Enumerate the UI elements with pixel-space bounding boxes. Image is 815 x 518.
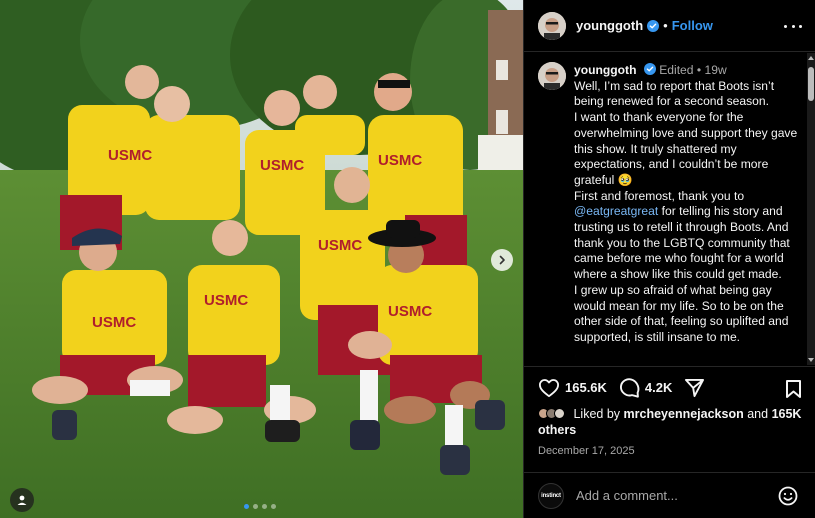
follow-button[interactable]: Follow — [672, 18, 713, 33]
avatar-image — [538, 11, 566, 40]
caption-line: First and foremost, thank you to — [574, 188, 745, 203]
tagged-users-button[interactable] — [10, 488, 34, 512]
comment-composer: instinct — [524, 472, 815, 518]
caption-line: I grew up so afraid of what being gay wo… — [574, 282, 789, 344]
heart-icon — [539, 378, 559, 397]
scroll-down-arrow[interactable] — [808, 358, 814, 362]
save-button[interactable] — [785, 379, 802, 404]
post-age: 19w — [704, 63, 727, 77]
more-options-button[interactable] — [784, 18, 802, 34]
separator-dot: • — [663, 18, 668, 33]
liked-by-prefix: Liked by — [573, 407, 621, 421]
svg-text:USMC: USMC — [108, 147, 152, 164]
caption-line: Well, I’m sad to report that Boots isn’t… — [574, 78, 775, 109]
author-username[interactable]: younggoth — [576, 18, 643, 33]
next-photo-button[interactable] — [491, 249, 513, 271]
caption-username[interactable]: younggoth — [574, 63, 636, 77]
edited-label: Edited — [659, 63, 694, 77]
svg-text:USMC: USMC — [204, 292, 248, 309]
liked-by-text: Liked by mrcheyennejackson and 165K othe… — [538, 406, 808, 438]
share-button[interactable] — [684, 378, 705, 398]
svg-text:USMC: USMC — [260, 157, 304, 174]
caption-area[interactable]: younggoth Edited • 19w Well, I’m sad to … — [524, 52, 815, 365]
carousel-dot — [262, 504, 267, 509]
comment-icon — [619, 378, 640, 398]
verified-icon — [647, 19, 660, 32]
verified-icon — [643, 63, 656, 75]
svg-text:USMC: USMC — [92, 314, 136, 331]
separator-dot: • — [696, 63, 702, 77]
photo-scene: USMC USMC USMC USMC USMC USMC USMC — [0, 0, 523, 518]
carousel-dot — [253, 504, 258, 509]
carousel-indicator — [244, 504, 276, 509]
viewer-avatar[interactable]: instinct — [538, 482, 564, 509]
more-icon — [784, 24, 787, 28]
more-icon — [791, 24, 795, 28]
svg-text:USMC: USMC — [388, 303, 432, 320]
liker-avatar — [554, 408, 565, 419]
post-details-panel: younggoth • Follow younggoth Edited • 19… — [523, 0, 815, 518]
carousel-dot — [271, 504, 276, 509]
scroll-thumb[interactable] — [808, 67, 814, 101]
emoji-icon — [778, 486, 798, 506]
like-button[interactable]: 165.6K — [538, 378, 607, 398]
likes-count: 165.6K — [565, 380, 607, 395]
svg-text:USMC: USMC — [378, 152, 422, 169]
caption-scrollbar[interactable] — [807, 53, 815, 365]
comment-button[interactable]: 4.2K — [619, 377, 672, 398]
scroll-up-arrow[interactable] — [808, 56, 814, 60]
share-icon — [685, 378, 705, 397]
bookmark-icon — [786, 380, 801, 398]
user-tag-icon — [17, 495, 27, 505]
post-header: younggoth • Follow — [524, 0, 815, 52]
caption-author-avatar[interactable] — [538, 62, 566, 90]
caption-text: younggoth Edited • 19w Well, I’m sad to … — [574, 63, 802, 346]
avatar-image — [538, 62, 566, 90]
emoji-button[interactable] — [778, 486, 798, 511]
svg-text:USMC: USMC — [318, 237, 362, 254]
comments-count: 4.2K — [644, 380, 673, 395]
caption-line: I want to thank everyone for the overwhe… — [574, 110, 798, 187]
chevron-right-icon — [499, 255, 505, 265]
author-avatar[interactable] — [538, 11, 566, 40]
liked-by-count[interactable]: 165K — [772, 407, 802, 421]
post-date[interactable]: December 17, 2025 — [538, 445, 635, 457]
action-bar: 165.6K 4.2K — [524, 366, 815, 408]
carousel-dot — [244, 504, 249, 509]
mention-link[interactable]: @eatgreatgreat — [574, 204, 658, 218]
liked-by-user[interactable]: mrcheyennejackson — [624, 407, 744, 421]
liked-by-and: and — [747, 407, 769, 421]
post-photo[interactable]: USMC USMC USMC USMC USMC USMC USMC — [0, 0, 523, 518]
liked-by-suffix[interactable]: others — [538, 423, 576, 437]
comment-input[interactable] — [576, 488, 756, 503]
more-icon — [799, 24, 802, 28]
